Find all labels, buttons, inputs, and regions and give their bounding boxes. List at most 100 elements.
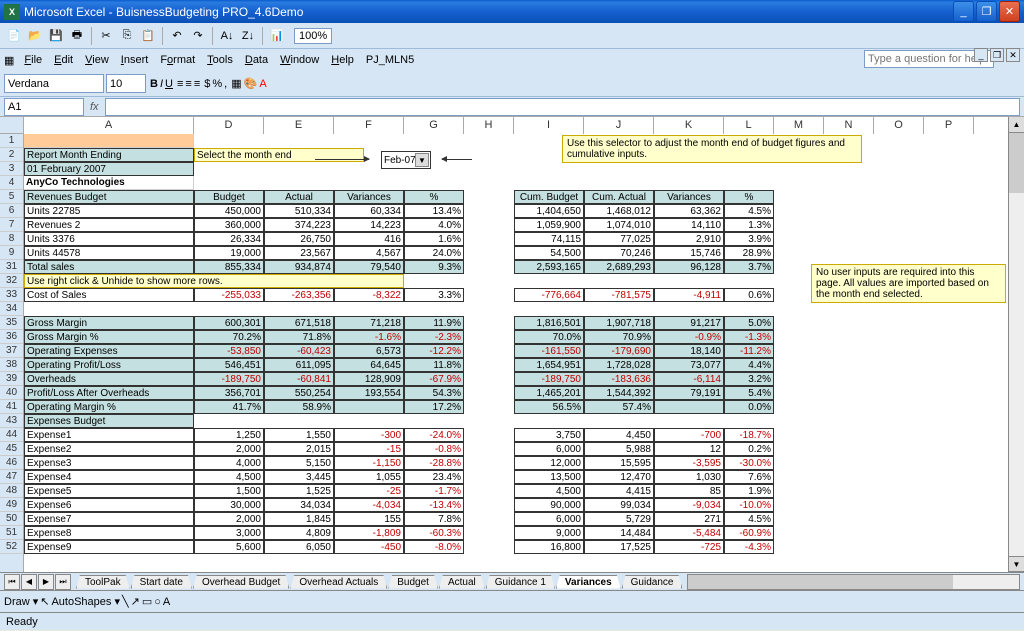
close-button[interactable]: ✕ [999, 1, 1020, 22]
exp-7-g[interactable]: -60.3% [404, 526, 464, 540]
header-0[interactable]: Budget [194, 190, 264, 204]
open-icon[interactable]: 📂 [25, 26, 45, 46]
rev-f-3[interactable]: 4,567 [334, 246, 404, 260]
margin-label-4[interactable]: Overheads [24, 372, 194, 386]
rev-l-3[interactable]: 28.9% [724, 246, 774, 260]
line-icon[interactable]: ╲ [122, 595, 129, 608]
cost-g[interactable]: 3.3% [404, 288, 464, 302]
row-header-4[interactable]: 4 [0, 176, 23, 190]
comma-icon[interactable]: , [224, 78, 227, 90]
rev-e-0[interactable]: 510,334 [264, 204, 334, 218]
cost-j[interactable]: -781,575 [584, 288, 654, 302]
exp-5-k[interactable]: -9,034 [654, 498, 724, 512]
align-right-icon[interactable]: ≡ [194, 78, 200, 90]
underline-icon[interactable]: U [165, 78, 173, 90]
exp-6-l[interactable]: 4.5% [724, 512, 774, 526]
rev-i-1[interactable]: 1,059,900 [514, 218, 584, 232]
margin-4-e[interactable]: -60,841 [264, 372, 334, 386]
exp-8-f[interactable]: -450 [334, 540, 404, 554]
sheet-tab-start-date[interactable]: Start date [131, 575, 192, 589]
oval-icon[interactable]: ○ [154, 596, 161, 608]
chart-icon[interactable]: 📊 [267, 26, 287, 46]
row-header-43[interactable]: 43 [0, 414, 23, 428]
exp-6-f[interactable]: 155 [334, 512, 404, 526]
rev-l-0[interactable]: 4.5% [724, 204, 774, 218]
exp-7-f[interactable]: -1,809 [334, 526, 404, 540]
horizontal-scrollbar[interactable] [687, 574, 1020, 590]
rev-k-3[interactable]: 15,746 [654, 246, 724, 260]
margin-4-f[interactable]: 128,909 [334, 372, 404, 386]
header-6[interactable]: Cum. Actual [584, 190, 654, 204]
margin-6-l[interactable]: 0.0% [724, 400, 774, 414]
col-header-I[interactable]: I [514, 117, 584, 134]
margin-0-f[interactable]: 71,218 [334, 316, 404, 330]
month-end-select[interactable]: Feb-07 ▼ [381, 151, 431, 169]
col-header-N[interactable]: N [824, 117, 874, 134]
exp-1-e[interactable]: 2,015 [264, 442, 334, 456]
exp-4-j[interactable]: 4,415 [584, 484, 654, 498]
row-header-35[interactable]: 35 [0, 316, 23, 330]
row-header-31[interactable]: 31 [0, 260, 23, 274]
margin-1-e[interactable]: 71.8% [264, 330, 334, 344]
margin-6-f[interactable] [334, 400, 404, 414]
exp-5-i[interactable]: 90,000 [514, 498, 584, 512]
margin-5-e[interactable]: 550,254 [264, 386, 334, 400]
rev-i-3[interactable]: 54,500 [514, 246, 584, 260]
exp-1-d[interactable]: 2,000 [194, 442, 264, 456]
exp-8-l[interactable]: -4.3% [724, 540, 774, 554]
total-sales-label[interactable]: Total sales [24, 260, 194, 274]
exp-1-g[interactable]: -0.8% [404, 442, 464, 456]
paste-icon[interactable]: 📋 [138, 26, 158, 46]
exp-6-e[interactable]: 1,845 [264, 512, 334, 526]
margin-label-0[interactable]: Gross Margin [24, 316, 194, 330]
rev-g-1[interactable]: 4.0% [404, 218, 464, 232]
col-header-H[interactable]: H [464, 117, 514, 134]
exp-6-k[interactable]: 271 [654, 512, 724, 526]
exp-8-j[interactable]: 17,525 [584, 540, 654, 554]
row-header-48[interactable]: 48 [0, 484, 23, 498]
arrow-icon[interactable]: ↗ [131, 595, 140, 608]
margin-4-k[interactable]: -6,114 [654, 372, 724, 386]
margin-2-j[interactable]: -179,690 [584, 344, 654, 358]
cost-sales-label[interactable]: Cost of Sales [24, 288, 194, 302]
exp-label-1[interactable]: Expense2 [24, 442, 194, 456]
margin-2-l[interactable]: -11.2% [724, 344, 774, 358]
margin-label-6[interactable]: Operating Margin % [24, 400, 194, 414]
row-header-9[interactable]: 9 [0, 246, 23, 260]
save-icon[interactable]: 💾 [46, 26, 66, 46]
sort-asc-icon[interactable]: A↓ [217, 26, 237, 46]
fill-color-icon[interactable]: 🎨 [244, 77, 258, 90]
row-header-41[interactable]: 41 [0, 400, 23, 414]
margin-5-i[interactable]: 1,465,201 [514, 386, 584, 400]
cost-k[interactable]: -4,911 [654, 288, 724, 302]
rev-j-3[interactable]: 70,246 [584, 246, 654, 260]
menu-tools[interactable]: Tools [201, 52, 239, 68]
margin-4-i[interactable]: -189,750 [514, 372, 584, 386]
exp-2-g[interactable]: -28.8% [404, 456, 464, 470]
exp-label-7[interactable]: Expense8 [24, 526, 194, 540]
exp-4-i[interactable]: 4,500 [514, 484, 584, 498]
rev-label-0[interactable]: Units 22785 [24, 204, 194, 218]
margin-2-i[interactable]: -161,550 [514, 344, 584, 358]
exp-2-k[interactable]: -3,595 [654, 456, 724, 470]
total-l[interactable]: 3.7% [724, 260, 774, 274]
rev-j-2[interactable]: 77,025 [584, 232, 654, 246]
margin-1-g[interactable]: -2.3% [404, 330, 464, 344]
margin-6-j[interactable]: 57.4% [584, 400, 654, 414]
total-e[interactable]: 934,874 [264, 260, 334, 274]
margin-0-k[interactable]: 91,217 [654, 316, 724, 330]
exp-5-f[interactable]: -4,034 [334, 498, 404, 512]
col-header-O[interactable]: O [874, 117, 924, 134]
rev-i-2[interactable]: 74,115 [514, 232, 584, 246]
row-header-36[interactable]: 36 [0, 330, 23, 344]
textbox-icon[interactable]: A [163, 596, 170, 608]
margin-5-f[interactable]: 193,554 [334, 386, 404, 400]
col-header-D[interactable]: D [194, 117, 264, 134]
font-name-select[interactable] [4, 74, 104, 93]
select-object-icon[interactable]: ↖ [40, 595, 49, 608]
font-size-select[interactable] [106, 74, 146, 93]
rev-e-1[interactable]: 374,223 [264, 218, 334, 232]
autoshapes-menu[interactable]: AutoShapes ▾ [51, 595, 120, 608]
exp-label-8[interactable]: Expense9 [24, 540, 194, 554]
rev-d-1[interactable]: 360,000 [194, 218, 264, 232]
